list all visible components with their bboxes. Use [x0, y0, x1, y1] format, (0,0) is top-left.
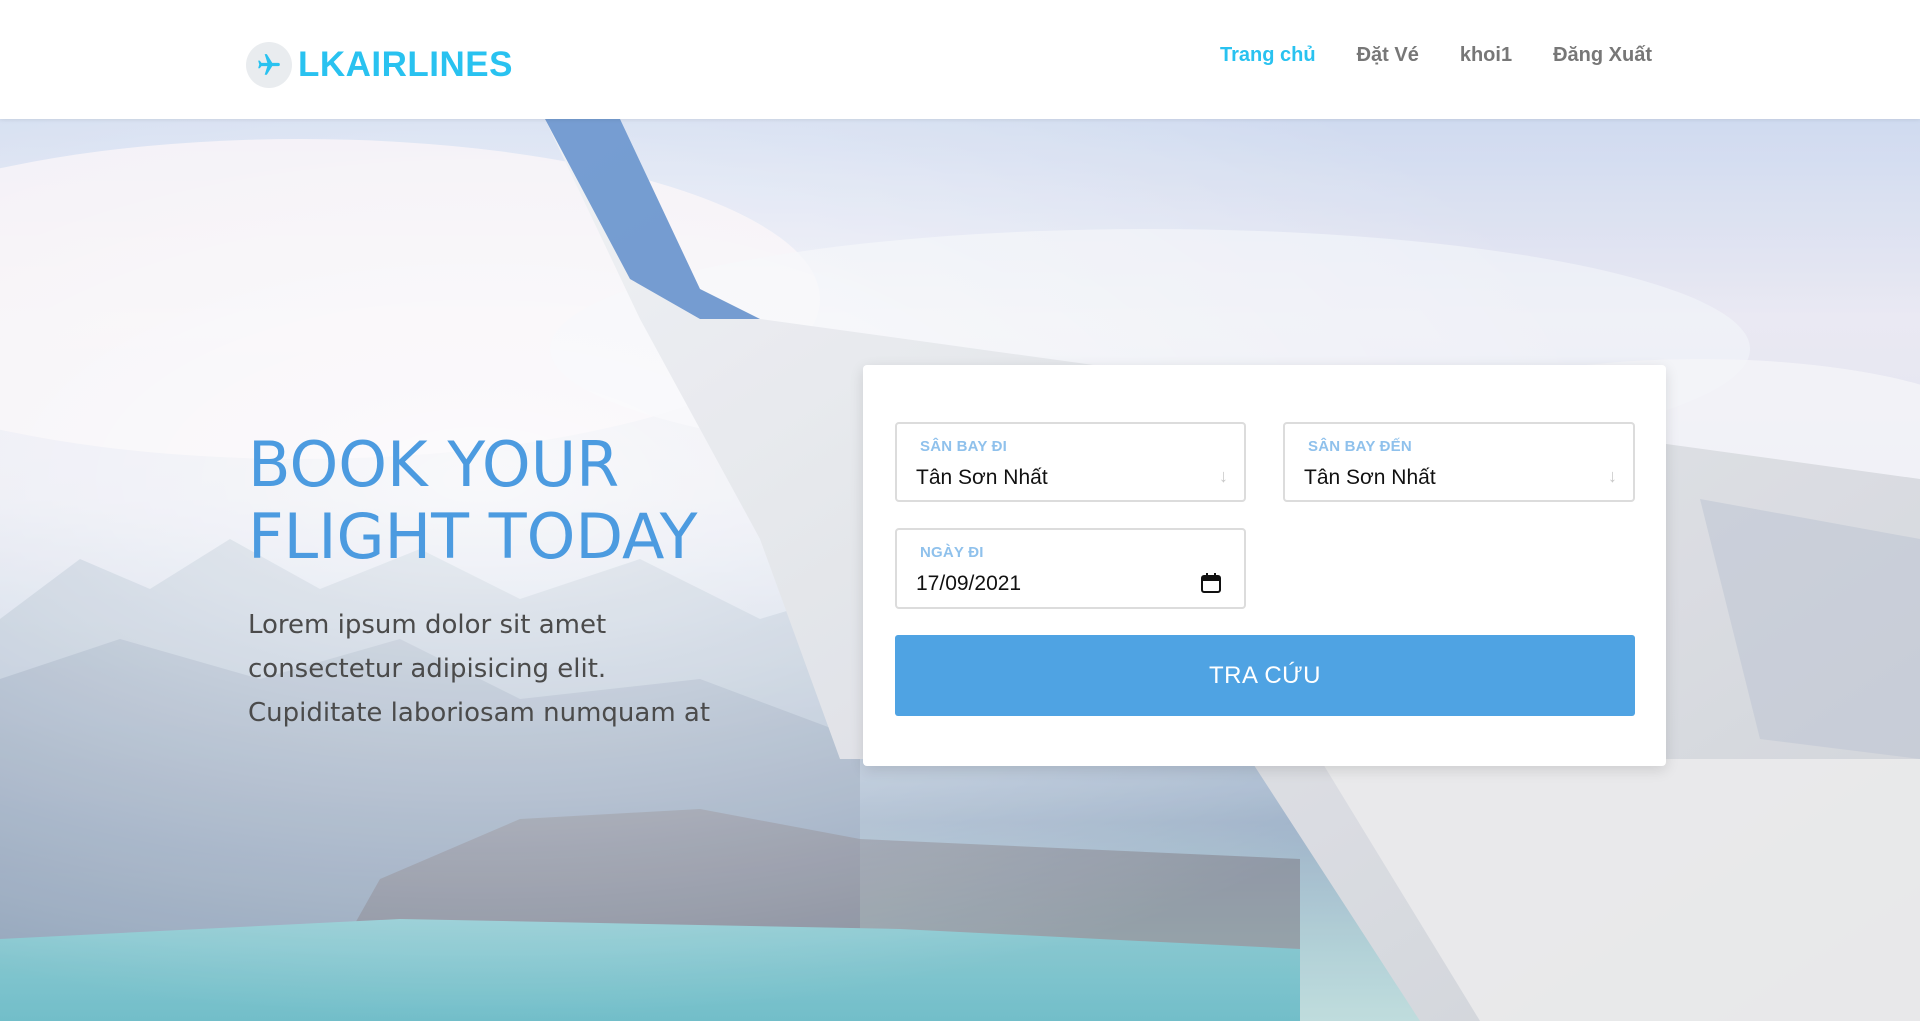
top-navbar: LKAIRLINES Trang chủ Đặt Vé khoi1 Đăng X… — [0, 0, 1920, 119]
airplane-icon — [246, 42, 292, 88]
search-flights-button[interactable]: TRA CỨU — [895, 635, 1635, 716]
hero-description-line: Lorem ipsum dolor sit amet — [248, 610, 607, 640]
nav-item-home[interactable]: Trang chủ — [1220, 44, 1316, 67]
arrow-down-icon: ↓ — [1608, 466, 1617, 486]
nav-item-user[interactable]: khoi1 — [1460, 44, 1512, 67]
hero-title-line: FLIGHT TODAY — [248, 500, 698, 573]
booking-form-card: SÂN BAY ĐI Tân Sơn Nhất ↓ SÂN BAY ĐẾN Tâ… — [863, 365, 1666, 766]
brand-logo[interactable]: LKAIRLINES — [246, 40, 513, 90]
arrow-down-icon: ↓ — [1219, 466, 1228, 486]
departure-airport-value: Tân Sơn Nhất — [916, 466, 1048, 489]
departure-date-input[interactable]: NGÀY ĐI 17/09/2021 — [895, 528, 1246, 609]
arrival-airport-value: Tân Sơn Nhất — [1304, 466, 1436, 489]
departure-date-label: NGÀY ĐI — [920, 544, 984, 561]
hero-title-line: BOOK YOUR — [248, 428, 620, 501]
main-nav: Trang chủ Đặt Vé khoi1 Đăng Xuất — [1220, 44, 1652, 67]
calendar-icon[interactable] — [1200, 572, 1222, 599]
departure-airport-label: SÂN BAY ĐI — [920, 438, 1008, 455]
nav-item-logout[interactable]: Đăng Xuất — [1553, 44, 1652, 67]
hero-description: Lorem ipsum dolor sit amet consectetur a… — [248, 603, 718, 735]
brand-name: LKAIRLINES — [298, 45, 513, 84]
nav-item-book-ticket[interactable]: Đặt Vé — [1357, 44, 1419, 67]
hero-description-line: Cupiditate laboriosam numquam at — [248, 698, 711, 728]
hero-title: BOOK YOUR FLIGHT TODAY — [248, 429, 768, 573]
departure-airport-select[interactable]: SÂN BAY ĐI Tân Sơn Nhất ↓ — [895, 422, 1246, 502]
hero-description-line: consectetur adipisicing elit. — [248, 654, 607, 684]
arrival-airport-select[interactable]: SÂN BAY ĐẾN Tân Sơn Nhất ↓ — [1283, 422, 1635, 502]
departure-date-value: 17/09/2021 — [916, 572, 1022, 595]
arrival-airport-label: SÂN BAY ĐẾN — [1308, 438, 1412, 455]
